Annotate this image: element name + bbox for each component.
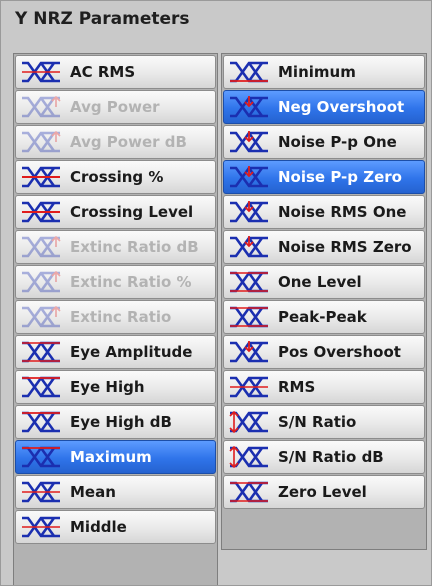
eye-crossing-icon bbox=[22, 166, 60, 188]
parameter-label: Crossing Level bbox=[70, 203, 194, 221]
parameter-label: One Level bbox=[278, 273, 362, 291]
parameter-label: Noise P-p One bbox=[278, 133, 397, 151]
panel-title: Y NRZ Parameters bbox=[15, 9, 190, 29]
parameter-label: Peak-Peak bbox=[278, 308, 367, 326]
parameter-button[interactable]: Maximum bbox=[15, 440, 216, 474]
parameter-label: Avg Power bbox=[70, 98, 160, 116]
y-nrz-parameters-panel: Y NRZ Parameters AC RMS Avg Power Avg Po… bbox=[0, 0, 432, 586]
parameter-button[interactable]: Extinc Ratio bbox=[15, 300, 216, 334]
parameter-button[interactable]: Crossing % bbox=[15, 160, 216, 194]
parameter-button[interactable]: AC RMS bbox=[15, 55, 216, 89]
parameter-label: Noise RMS Zero bbox=[278, 238, 412, 256]
parameter-label: Zero Level bbox=[278, 483, 367, 501]
eye-amplitude-icon bbox=[22, 341, 60, 363]
eye-crossing-icon bbox=[22, 201, 60, 223]
eye-noise-icon bbox=[230, 201, 268, 223]
parameter-button[interactable]: One Level bbox=[223, 265, 425, 299]
parameter-button[interactable]: Peak-Peak bbox=[223, 300, 425, 334]
parameter-button[interactable]: Noise RMS Zero bbox=[223, 230, 425, 264]
eye-level-icon bbox=[230, 271, 268, 293]
eye-mean-icon bbox=[22, 516, 60, 538]
eye-noise-icon bbox=[230, 131, 268, 153]
eye-mean-icon bbox=[22, 481, 60, 503]
parameter-button[interactable]: Eye High dB bbox=[15, 405, 216, 439]
parameter-button[interactable]: S/N Ratio dB bbox=[223, 440, 425, 474]
parameter-button[interactable]: Extinc Ratio % bbox=[15, 265, 216, 299]
parameter-button[interactable]: Avg Power dB bbox=[15, 125, 216, 159]
eye-high-icon bbox=[22, 411, 60, 433]
parameters-column-left: AC RMS Avg Power Avg Power dB Crossing %… bbox=[13, 53, 218, 585]
eye-snr-icon bbox=[229, 445, 268, 469]
parameter-button[interactable]: Extinc Ratio dB bbox=[15, 230, 216, 264]
parameter-label: S/N Ratio bbox=[278, 413, 357, 431]
eye-noise-icon bbox=[230, 236, 268, 258]
eye-level-icon bbox=[230, 481, 268, 503]
parameter-label: Mean bbox=[70, 483, 116, 501]
parameter-button[interactable]: Pos Overshoot bbox=[223, 335, 425, 369]
eye-extinction-icon bbox=[22, 235, 61, 258]
parameter-label: S/N Ratio dB bbox=[278, 448, 384, 466]
parameter-label: Maximum bbox=[70, 448, 152, 466]
eye-extinction-icon bbox=[22, 305, 61, 328]
parameter-label: Middle bbox=[70, 518, 127, 536]
eye-high-icon bbox=[22, 376, 60, 398]
parameter-button[interactable]: Noise P-p One bbox=[223, 125, 425, 159]
eye-extinction-icon bbox=[22, 270, 61, 293]
parameter-button[interactable]: Zero Level bbox=[223, 475, 425, 509]
parameter-button[interactable]: Mean bbox=[15, 475, 216, 509]
parameter-button[interactable]: Eye High bbox=[15, 370, 216, 404]
eye-rms-icon bbox=[230, 376, 268, 398]
eye-overshoot-icon bbox=[230, 96, 268, 118]
parameter-button[interactable]: Neg Overshoot bbox=[223, 90, 425, 124]
parameter-label: Extinc Ratio bbox=[70, 308, 172, 326]
parameter-button[interactable]: Noise P-p Zero bbox=[223, 160, 425, 194]
parameter-button[interactable]: Crossing Level bbox=[15, 195, 216, 229]
eye-max-icon bbox=[22, 446, 60, 468]
eye-overshoot-icon bbox=[230, 341, 268, 363]
parameter-label: Noise RMS One bbox=[278, 203, 407, 221]
parameter-label: Crossing % bbox=[70, 168, 164, 186]
parameter-label: Extinc Ratio dB bbox=[70, 238, 199, 256]
parameter-button[interactable]: RMS bbox=[223, 370, 425, 404]
parameter-label: Noise P-p Zero bbox=[278, 168, 402, 186]
parameter-label: Minimum bbox=[278, 63, 356, 81]
parameter-label: Eye Amplitude bbox=[70, 343, 193, 361]
eye-min-icon bbox=[230, 61, 268, 83]
parameter-button[interactable]: S/N Ratio bbox=[223, 405, 425, 439]
eye-avg-icon bbox=[22, 130, 61, 153]
parameter-button[interactable]: Minimum bbox=[223, 55, 425, 89]
parameter-label: Neg Overshoot bbox=[278, 98, 405, 116]
parameter-label: AC RMS bbox=[70, 63, 136, 81]
parameter-label: Eye High bbox=[70, 378, 145, 396]
eye-noise-icon bbox=[230, 166, 268, 188]
parameter-label: Avg Power dB bbox=[70, 133, 187, 151]
eye-peak-icon bbox=[230, 306, 268, 328]
parameter-button[interactable]: Noise RMS One bbox=[223, 195, 425, 229]
parameter-button[interactable]: Avg Power bbox=[15, 90, 216, 124]
eye-snr-icon bbox=[229, 410, 268, 434]
parameter-button[interactable]: Eye Amplitude bbox=[15, 335, 216, 369]
parameter-label: Eye High dB bbox=[70, 413, 172, 431]
eye-rms-icon bbox=[22, 61, 60, 83]
parameter-label: Pos Overshoot bbox=[278, 343, 401, 361]
parameters-column-right: Minimum Neg Overshoot Noise P-p One Nois… bbox=[221, 53, 427, 550]
parameter-button[interactable]: Middle bbox=[15, 510, 216, 544]
eye-avg-icon bbox=[22, 95, 61, 118]
parameter-label: Extinc Ratio % bbox=[70, 273, 192, 291]
parameter-label: RMS bbox=[278, 378, 316, 396]
